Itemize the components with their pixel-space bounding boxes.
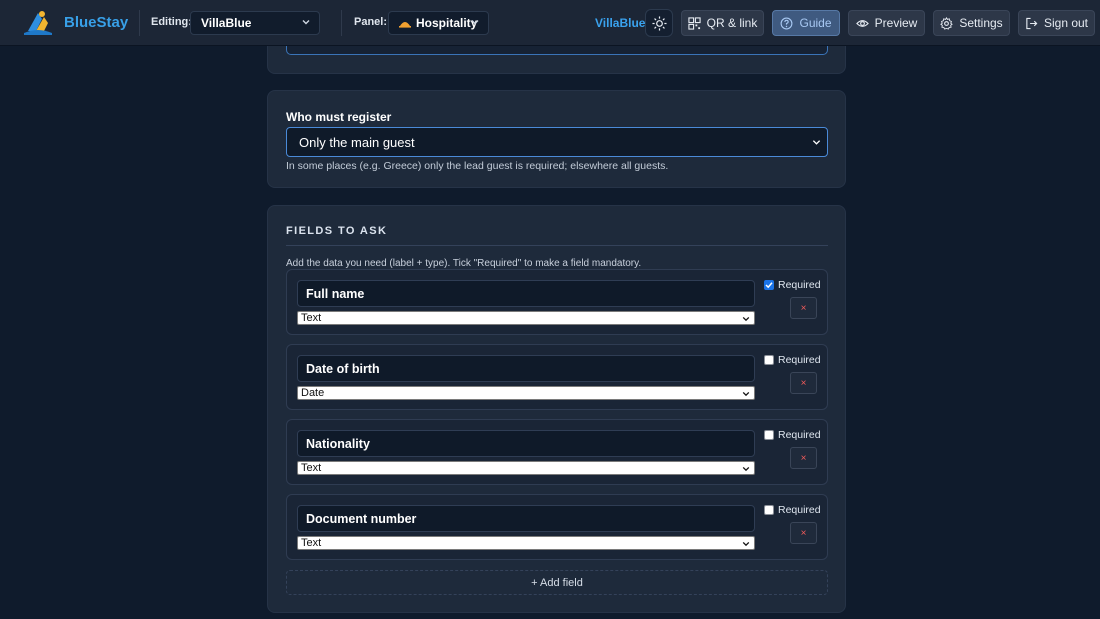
- field-type-select[interactable]: Date: [297, 386, 755, 400]
- editing-label: Editing:: [151, 16, 192, 28]
- panel-select-value: Hospitality: [416, 16, 478, 30]
- delete-field-button[interactable]: ×: [790, 297, 817, 319]
- add-field-button[interactable]: + Add field: [286, 570, 828, 595]
- field-label-input[interactable]: Document number: [297, 505, 755, 532]
- chevron-down-icon: [742, 541, 750, 547]
- delete-field-button[interactable]: ×: [790, 447, 817, 469]
- field-row: Date of birth Date Required ×: [286, 344, 828, 410]
- sign-out-button[interactable]: Sign out: [1018, 10, 1095, 36]
- divider: [341, 10, 342, 36]
- chevron-down-icon: [742, 391, 750, 397]
- field-type-value: Text: [301, 462, 322, 474]
- property-name[interactable]: VillaBlue: [595, 16, 645, 30]
- field-type-select[interactable]: Text: [297, 311, 755, 325]
- panel-select[interactable]: Hospitality: [388, 11, 489, 35]
- preview-label: Preview: [874, 16, 918, 30]
- field-type-value: Text: [301, 312, 322, 324]
- required-label: Required: [778, 354, 821, 366]
- delete-field-button[interactable]: ×: [790, 372, 817, 394]
- register-hint: In some places (e.g. Greece) only the le…: [286, 160, 669, 172]
- required-checkbox[interactable]: [764, 355, 774, 365]
- panel-label: Panel:: [354, 16, 388, 28]
- required-label: Required: [778, 279, 821, 291]
- fields-section-hint: Add the data you need (label + type). Ti…: [286, 258, 642, 269]
- chevron-down-icon: [742, 316, 750, 322]
- brand-name[interactable]: BlueStay: [64, 14, 128, 31]
- chevron-down-icon: [302, 20, 310, 25]
- field-row: Full name Text Required ×: [286, 269, 828, 335]
- theme-toggle-button[interactable]: [645, 9, 673, 37]
- register-select-value: Only the main guest: [299, 134, 415, 150]
- required-checkbox[interactable]: [764, 505, 774, 515]
- logout-icon: [1026, 17, 1038, 29]
- required-checkbox[interactable]: [764, 280, 774, 290]
- hospitality-bell-icon: [399, 22, 411, 28]
- field-row: Document number Text Required ×: [286, 494, 828, 560]
- qr-link-button[interactable]: QR & link: [681, 10, 764, 36]
- required-label: Required: [778, 504, 821, 516]
- chevron-down-icon: [742, 466, 750, 472]
- help-circle-icon: [781, 17, 793, 29]
- required-checkbox[interactable]: [764, 430, 774, 440]
- divider: [286, 245, 828, 246]
- register-card: Who must register Only the main guest In…: [267, 90, 846, 188]
- field-type-select[interactable]: Text: [297, 536, 755, 550]
- eye-icon: [855, 19, 869, 27]
- sun-icon: [651, 15, 667, 31]
- editing-select-value: VillaBlue: [201, 16, 252, 30]
- field-type-select[interactable]: Text: [297, 461, 755, 475]
- chevron-down-icon: [471, 20, 479, 25]
- fields-card: FIELDS TO ASK Add the data you need (lab…: [267, 205, 846, 613]
- gear-icon: [940, 16, 954, 30]
- required-checkbox-group[interactable]: Required: [764, 504, 821, 516]
- editing-select[interactable]: VillaBlue: [190, 11, 320, 35]
- check-icon: [765, 282, 773, 289]
- guide-button[interactable]: Guide: [772, 10, 840, 36]
- divider: [139, 10, 140, 36]
- sign-out-label: Sign out: [1043, 16, 1089, 30]
- preview-button[interactable]: Preview: [848, 10, 925, 36]
- chevron-down-icon: [812, 140, 821, 145]
- guide-label: Guide: [799, 16, 832, 30]
- delete-field-button[interactable]: ×: [790, 522, 817, 544]
- top-bar: BlueStay Editing: VillaBlue Panel: Hospi…: [0, 0, 1100, 46]
- required-checkbox-group[interactable]: Required: [764, 279, 821, 291]
- field-type-value: Text: [301, 537, 322, 549]
- fields-section-title: FIELDS TO ASK: [286, 225, 388, 237]
- register-label: Who must register: [286, 110, 392, 124]
- required-label: Required: [778, 429, 821, 441]
- field-type-value: Date: [301, 387, 325, 399]
- field-label-input[interactable]: Full name: [297, 280, 755, 307]
- register-select[interactable]: Only the main guest: [286, 127, 828, 157]
- field-row: Nationality Text Required ×: [286, 419, 828, 485]
- field-label-input[interactable]: Nationality: [297, 430, 755, 457]
- required-checkbox-group[interactable]: Required: [764, 354, 821, 366]
- field-label-input[interactable]: Date of birth: [297, 355, 755, 382]
- settings-label: Settings: [959, 16, 1003, 30]
- bluestay-logo-icon[interactable]: [22, 9, 54, 37]
- qr-grid-icon: [688, 16, 701, 30]
- qr-link-label: QR & link: [706, 16, 758, 30]
- settings-button[interactable]: Settings: [933, 10, 1010, 36]
- required-checkbox-group[interactable]: Required: [764, 429, 821, 441]
